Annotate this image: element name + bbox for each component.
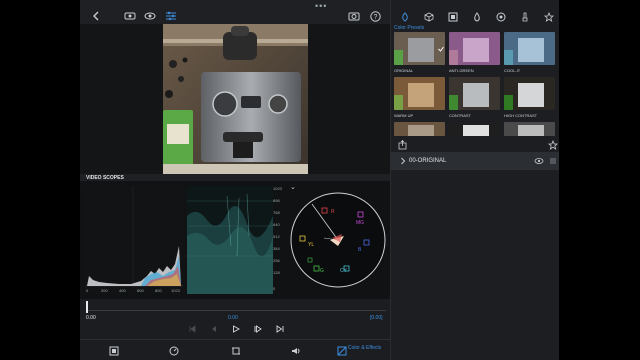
audio-icon[interactable] bbox=[288, 343, 304, 359]
current-time: 0.00 bbox=[228, 315, 238, 321]
waveform-scale: 1023 896 768 640 512 384 256 128 0 bbox=[273, 186, 285, 294]
histogram-axis: 0 200 400 600 800 1023 bbox=[85, 288, 183, 294]
layers-icon[interactable] bbox=[445, 9, 461, 25]
star-icon[interactable] bbox=[541, 9, 557, 25]
eye-icon[interactable] bbox=[142, 8, 158, 24]
selected-check-icon bbox=[438, 46, 444, 52]
sliders-icon[interactable] bbox=[163, 8, 179, 24]
reorder-handle-icon[interactable] bbox=[545, 153, 559, 169]
favorite-star-icon[interactable] bbox=[545, 137, 559, 153]
preset-thumb-anti-green[interactable] bbox=[449, 32, 500, 65]
preview-frame-image bbox=[163, 24, 308, 174]
effects-empty-area bbox=[391, 170, 559, 360]
preset-thumb-high-contrast[interactable] bbox=[504, 77, 555, 110]
histogram-tick: 800 bbox=[155, 288, 162, 293]
waveform-tick: 768 bbox=[273, 210, 280, 215]
preset-thumb[interactable] bbox=[394, 122, 445, 136]
step-back-icon[interactable] bbox=[208, 323, 220, 335]
preset-thumb-warm-up[interactable] bbox=[394, 77, 445, 110]
drop-icon[interactable] bbox=[469, 9, 485, 25]
target-mg-label: MG bbox=[356, 220, 364, 226]
histogram-tick: 600 bbox=[137, 288, 144, 293]
preset-thumb[interactable] bbox=[504, 122, 555, 136]
preset-label: ANTI-GREEN bbox=[449, 68, 474, 73]
video-preview[interactable] bbox=[80, 24, 390, 174]
preset-label: CONTRAST bbox=[449, 113, 471, 118]
viewer-toolbar: ? bbox=[80, 6, 390, 26]
effects-tab-bar bbox=[391, 6, 559, 24]
bottom-toolbar: Color & Effects bbox=[80, 339, 390, 360]
timeline-track[interactable] bbox=[86, 303, 386, 311]
aspect-icon[interactable] bbox=[106, 343, 122, 359]
preset-thumb-contrast[interactable] bbox=[449, 77, 500, 110]
target-cy-label: CY bbox=[340, 268, 348, 274]
vectorscope: R MG B CY G YL bbox=[286, 184, 390, 296]
viewer-icon[interactable] bbox=[122, 8, 138, 24]
timeline-panel: 0.00 0.00 [0.00] Color & Effects bbox=[80, 299, 390, 360]
preset-pager-bar bbox=[391, 137, 559, 156]
speed-icon[interactable] bbox=[166, 343, 182, 359]
waveform-tick: 384 bbox=[273, 246, 280, 251]
cube-icon[interactable] bbox=[421, 9, 437, 25]
target-r-label: R bbox=[331, 209, 335, 215]
camera-icon[interactable] bbox=[346, 8, 362, 24]
histogram-tick: 1023 bbox=[171, 288, 180, 293]
export-icon[interactable] bbox=[394, 137, 410, 153]
color-effects-label[interactable]: Color & Effects bbox=[348, 345, 381, 351]
playhead[interactable] bbox=[86, 301, 88, 313]
crop-icon[interactable] bbox=[228, 343, 244, 359]
preset-thumb-cool-it[interactable] bbox=[504, 32, 555, 65]
histogram-scope bbox=[85, 186, 183, 294]
chevron-left-icon[interactable] bbox=[88, 8, 104, 24]
preset-label: HIGH CONTRAST bbox=[504, 113, 538, 118]
brush-icon[interactable] bbox=[517, 9, 533, 25]
color-wheel-icon[interactable] bbox=[493, 9, 509, 25]
target-g-label: G bbox=[320, 268, 324, 274]
app-window: ••• ? VIDEO SCOPES 0 200 400 600 800 102… bbox=[80, 0, 559, 360]
waveform-tick: 256 bbox=[273, 258, 280, 263]
waveform-tick: 0 bbox=[273, 286, 276, 291]
histogram-tick: 200 bbox=[101, 288, 108, 293]
waveform-tick: 896 bbox=[273, 198, 280, 203]
play-icon[interactable] bbox=[230, 323, 242, 335]
waveform-tick: 512 bbox=[273, 234, 280, 239]
preset-label: ORIGINAL bbox=[394, 68, 414, 73]
color-presets-title: Color Presets bbox=[394, 25, 425, 31]
waveform-scope bbox=[187, 186, 273, 294]
waveform-tick: 1023 bbox=[273, 186, 282, 191]
waveform-tick: 640 bbox=[273, 222, 280, 227]
svg-text:?: ? bbox=[373, 14, 377, 21]
skip-back-icon[interactable] bbox=[186, 323, 198, 335]
page-dots[interactable] bbox=[413, 143, 533, 156]
help-icon[interactable]: ? bbox=[367, 8, 383, 24]
color-effects-panel: Color Presets ORIGINAL ANTI-GREEN COOL-I… bbox=[390, 0, 559, 360]
duration: [0.00] bbox=[370, 315, 383, 321]
preset-label: COOL-IT bbox=[504, 68, 521, 73]
start-time: 0.00 bbox=[86, 315, 96, 321]
preset-label: WARM UP bbox=[394, 113, 414, 118]
waveform-tick: 128 bbox=[273, 270, 280, 275]
effect-layer-label: 00-ORIGINAL bbox=[409, 158, 447, 164]
histogram-tick: 400 bbox=[119, 288, 126, 293]
step-forward-icon[interactable] bbox=[252, 323, 264, 335]
video-scopes-panel: ⌄ 0 200 400 600 800 1023 ⌄ bbox=[80, 181, 390, 299]
preset-thumb[interactable] bbox=[449, 122, 500, 136]
effect-layer-row[interactable]: 00-ORIGINAL bbox=[391, 152, 559, 170]
skip-forward-icon[interactable] bbox=[274, 323, 286, 335]
histogram-tick: 0 bbox=[86, 288, 89, 293]
target-yl-label: YL bbox=[308, 242, 314, 248]
color-presets-tab-icon[interactable] bbox=[397, 9, 413, 25]
